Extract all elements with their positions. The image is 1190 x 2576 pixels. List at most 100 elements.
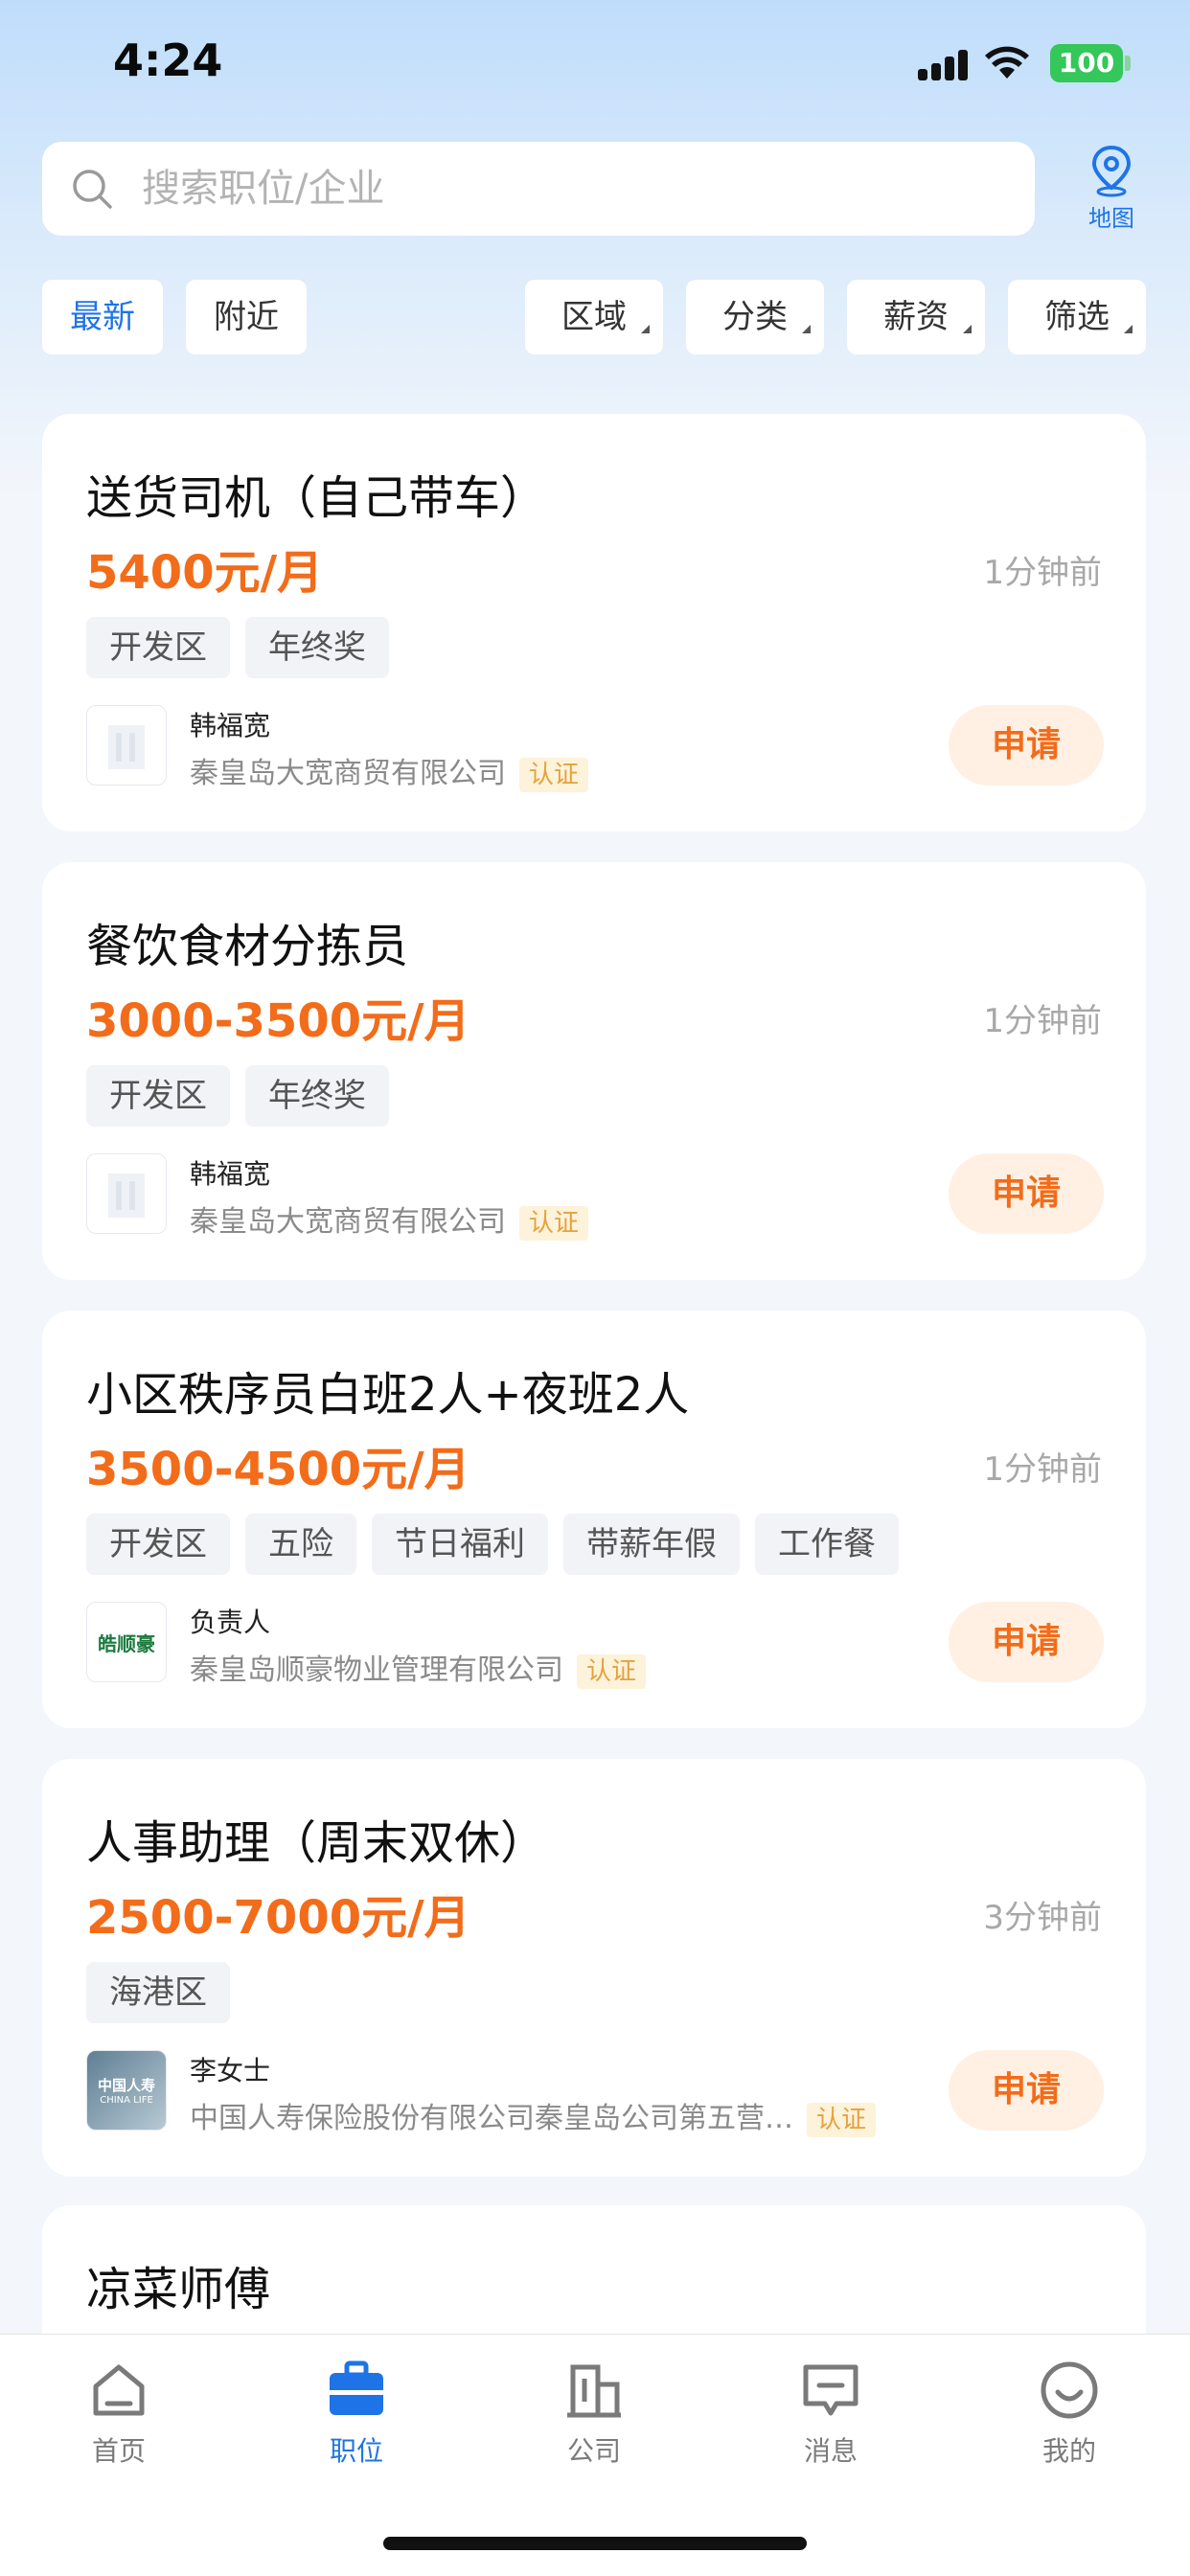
verified-badge: 认证 — [807, 2102, 877, 2137]
job-tag: 工作餐 — [755, 1514, 899, 1575]
recruiter-name: 负责人 — [190, 1607, 271, 1638]
filter-salary-label: 薪资 — [883, 298, 949, 336]
job-tag: 年终奖 — [245, 617, 389, 678]
job-tags: 海港区 — [86, 1962, 230, 2023]
verified-badge: 认证 — [577, 1653, 647, 1689]
recruiter-name: 韩福宽 — [190, 1158, 271, 1190]
dropdown-triangle-icon — [641, 325, 650, 333]
job-salary: 5400元/月 — [86, 546, 324, 600]
job-tag: 带薪年假 — [563, 1514, 740, 1575]
verified-badge: 认证 — [519, 1205, 589, 1241]
company-logo: 皓顺豪 — [86, 1602, 167, 1682]
job-card[interactable]: 送货司机（自己带车） 5400元/月 1分钟前 开发区 年终奖 韩福宽 秦皇岛大… — [42, 414, 1146, 832]
filter-category-label: 分类 — [722, 298, 788, 336]
filter-area-label: 区域 — [561, 298, 627, 336]
tab-home[interactable]: 首页 — [42, 2359, 195, 2469]
company-line: 秦皇岛大宽商贸有限公司 认证 — [190, 1197, 589, 1241]
tab-label: 职位 — [329, 2435, 383, 2467]
job-title: 小区秩序员白班2人+夜班2人 — [86, 1368, 690, 1422]
search-bar[interactable]: 搜索职位/企业 — [42, 142, 1035, 236]
job-tag: 五险 — [245, 1514, 356, 1575]
company-logo-subtext: CHINA LIFE — [100, 2095, 153, 2106]
company-name: 秦皇岛大宽商贸有限公司 — [190, 757, 506, 790]
cellular-signal-icon — [918, 48, 968, 80]
tab-label: 首页 — [91, 2435, 146, 2467]
apply-button[interactable]: 申请 — [949, 1153, 1104, 1234]
job-title: 凉菜师傅 — [86, 2263, 271, 2316]
building-icon — [567, 2364, 621, 2418]
battery-icon: 100 — [1050, 44, 1123, 82]
filter-area[interactable]: 区域 — [525, 280, 663, 354]
tab-jobs[interactable]: 职位 — [280, 2359, 433, 2469]
tab-messages[interactable]: 消息 — [754, 2359, 907, 2469]
tab-label: 公司 — [566, 2435, 621, 2467]
job-tag: 开发区 — [86, 1514, 230, 1575]
company-logo-text: 皓顺豪 — [98, 1631, 155, 1655]
apply-button[interactable]: 申请 — [949, 1602, 1104, 1682]
building-placeholder-icon — [108, 1174, 145, 1218]
company-line: 秦皇岛大宽商贸有限公司 认证 — [190, 749, 589, 792]
recruiter-name: 李女士 — [190, 2055, 271, 2086]
job-salary: 3000-3500元/月 — [86, 994, 470, 1048]
home-indicator — [383, 2537, 807, 2550]
dropdown-triangle-icon — [963, 325, 972, 333]
job-tags: 开发区 五险 节日福利 带薪年假 工作餐 — [86, 1514, 899, 1575]
recruiter-name: 韩福宽 — [190, 710, 271, 741]
filter-salary[interactable]: 薪资 — [847, 280, 985, 354]
job-title: 餐饮食材分拣员 — [86, 920, 409, 973]
status-bar: 4:24 100 — [0, 0, 1190, 134]
job-card[interactable]: 餐饮食材分拣员 3000-3500元/月 1分钟前 开发区 年终奖 韩福宽 秦皇… — [42, 862, 1146, 1280]
message-icon — [803, 2364, 858, 2416]
company-logo: 中国人寿 CHINA LIFE — [86, 2050, 167, 2131]
filter-screen[interactable]: 筛选 — [1008, 280, 1146, 354]
job-tag: 节日福利 — [372, 1514, 548, 1575]
tab-label: 我的 — [1041, 2435, 1096, 2467]
job-post-time: 1分钟前 — [983, 1002, 1102, 1040]
company-logo — [86, 1153, 167, 1234]
job-card[interactable]: 人事助理（周末双休） 2500-7000元/月 3分钟前 海港区 中国人寿 CH… — [42, 1759, 1146, 2177]
job-title: 送货司机（自己带车） — [86, 471, 547, 525]
company-name: 秦皇岛大宽商贸有限公司 — [190, 1205, 506, 1239]
wifi-icon — [985, 46, 1029, 79]
apply-button[interactable]: 申请 — [949, 705, 1104, 786]
job-tags: 开发区 年终奖 — [86, 1065, 389, 1127]
home-icon — [93, 2364, 145, 2416]
map-label: 地图 — [1088, 205, 1134, 232]
job-title: 人事助理（周末双休） — [86, 1816, 547, 1870]
job-salary: 2500-7000元/月 — [86, 1891, 470, 1945]
job-post-time: 1分钟前 — [983, 1450, 1102, 1489]
job-card[interactable]: 小区秩序员白班2人+夜班2人 3500-4500元/月 1分钟前 开发区 五险 … — [42, 1311, 1146, 1728]
dropdown-triangle-icon — [1124, 325, 1133, 333]
job-tags: 开发区 年终奖 — [86, 617, 389, 678]
job-tag: 年终奖 — [245, 1065, 389, 1127]
company-logo-text: 中国人寿 — [97, 2077, 155, 2094]
job-tag: 海港区 — [86, 1962, 230, 2023]
apply-button[interactable]: 申请 — [949, 2050, 1104, 2131]
search-input[interactable]: 搜索职位/企业 — [142, 142, 384, 236]
search-icon — [73, 170, 112, 209]
building-placeholder-icon — [108, 725, 145, 769]
company-logo — [86, 705, 167, 786]
job-tag: 开发区 — [86, 1065, 230, 1127]
filter-screen-label: 筛选 — [1044, 298, 1110, 336]
map-pin-icon — [1091, 145, 1132, 197]
company-name: 秦皇岛顺豪物业管理有限公司 — [190, 1653, 563, 1687]
verified-badge: 认证 — [519, 757, 589, 792]
status-time: 4:24 — [113, 34, 223, 86]
job-tag: 开发区 — [86, 617, 230, 678]
filter-nearby[interactable]: 附近 — [186, 280, 307, 354]
filter-category[interactable]: 分类 — [686, 280, 824, 354]
job-post-time: 3分钟前 — [983, 1899, 1102, 1937]
tab-company[interactable]: 公司 — [517, 2359, 671, 2469]
filter-latest[interactable]: 最新 — [42, 280, 163, 354]
battery-tip — [1125, 56, 1131, 71]
company-line: 中国人寿保险股份有限公司秦皇岛公司第五营… 认证 — [190, 2094, 877, 2137]
company-name: 中国人寿保险股份有限公司秦皇岛公司第五营… — [190, 2102, 793, 2135]
dropdown-triangle-icon — [802, 325, 811, 333]
tab-label: 消息 — [803, 2435, 858, 2467]
company-line: 秦皇岛顺豪物业管理有限公司 认证 — [190, 1646, 647, 1689]
smile-icon — [1041, 2361, 1098, 2419]
tab-profile[interactable]: 我的 — [993, 2359, 1146, 2469]
briefcase-icon — [330, 2360, 383, 2415]
map-button[interactable]: 地图 — [1073, 144, 1150, 239]
